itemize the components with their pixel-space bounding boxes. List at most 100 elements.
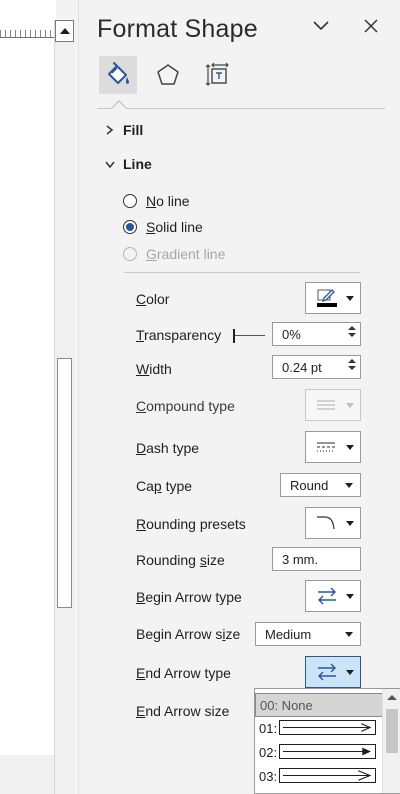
radio-solid-line-label: Solid line	[146, 219, 203, 235]
open-arrow-icon	[279, 720, 376, 735]
category-tabs	[97, 52, 387, 96]
radio-no-line-label: No line	[146, 193, 190, 209]
section-fill-header[interactable]: Fill	[105, 122, 143, 138]
options-separator	[124, 272, 360, 273]
end-arrow-type-list[interactable]: 00: None 01: 02: 03:	[254, 688, 400, 794]
radio-solid-line[interactable]: Solid line	[123, 219, 203, 235]
document-area	[0, 0, 56, 794]
radio-no-line[interactable]: No line	[123, 193, 190, 209]
pen-color-icon	[317, 289, 337, 307]
active-tab-notch-inner	[111, 102, 127, 110]
cap-type-dropdown[interactable]: Round	[280, 473, 361, 497]
dropdown-arrow-icon	[346, 594, 354, 599]
arrows-swap-icon	[318, 587, 336, 605]
chevron-down-icon	[105, 160, 123, 168]
chevron-right-icon	[105, 125, 123, 135]
transparency-value: 0%	[282, 326, 301, 342]
compound-type-label: Compound type	[136, 398, 235, 414]
begin-arrow-size-label: Begin Arrow size	[136, 626, 241, 642]
dash-lines-icon	[317, 442, 335, 452]
open-arrow-icon	[279, 768, 376, 783]
rounding-size-label: Rounding size	[136, 552, 225, 568]
dropdown-arrow-icon	[346, 296, 354, 301]
dropdown-arrow-icon	[346, 521, 354, 526]
section-line-header[interactable]: Line	[105, 156, 152, 172]
dash-type-button[interactable]	[305, 431, 361, 463]
arrow-option-03[interactable]: 03:	[255, 764, 383, 788]
dropdown-arrow-icon	[346, 403, 354, 408]
pentagon-icon	[157, 64, 179, 85]
compound-lines-icon	[317, 400, 335, 410]
triangle-up-icon[interactable]	[387, 695, 397, 700]
pane-options-button[interactable]	[307, 12, 335, 40]
color-picker-button[interactable]	[305, 282, 361, 314]
horizontal-ruler	[0, 20, 54, 42]
radio-circle-disabled	[123, 247, 137, 261]
slider-track	[235, 335, 265, 336]
arrow-option-01[interactable]: 01:	[255, 716, 383, 740]
chevron-down-icon	[313, 21, 329, 31]
width-input[interactable]: 0.24 pt	[272, 355, 361, 379]
end-arrow-size-label: End Arrow size	[136, 703, 230, 719]
slider-knob[interactable]	[233, 329, 235, 343]
section-fill-label: Fill	[123, 122, 144, 138]
begin-arrow-size-value: Medium	[265, 626, 312, 642]
close-icon	[364, 19, 378, 33]
arrow-option-none[interactable]: 00: None	[255, 693, 383, 717]
begin-arrow-type-button[interactable]	[305, 580, 361, 612]
paint-bucket-icon	[108, 62, 129, 84]
radio-gradient-line-label: Gradient line	[146, 246, 226, 262]
radio-circle	[123, 194, 137, 208]
begin-arrow-size-dropdown[interactable]: Medium	[255, 622, 361, 646]
arrow-list-scroll-thumb[interactable]	[386, 709, 398, 753]
spin-arrows-icon[interactable]	[347, 358, 356, 376]
arrows-swap-icon	[318, 663, 336, 681]
pane-close-button[interactable]	[357, 12, 385, 40]
arrow-option-label: 02:	[259, 744, 278, 760]
tab-fill-line[interactable]	[99, 56, 137, 94]
transparency-slider[interactable]	[233, 329, 266, 343]
tab-divider	[97, 108, 385, 109]
dropdown-arrow-icon	[345, 632, 353, 637]
end-arrow-type-button[interactable]	[305, 656, 361, 688]
scrollbar-thumb[interactable]	[57, 358, 72, 608]
triangle-up-icon	[59, 28, 70, 34]
transparency-input[interactable]: 0%	[272, 322, 361, 346]
compound-type-button	[305, 389, 361, 421]
tab-effects[interactable]	[149, 56, 187, 94]
rounding-size-input[interactable]: 3 mm.	[272, 547, 361, 571]
radio-gradient-line: Gradient line	[123, 246, 225, 262]
arrow-option-label: 03:	[259, 768, 278, 784]
cap-type-value: Round	[290, 477, 329, 493]
filled-arrow-icon	[279, 744, 376, 759]
scroll-up-button[interactable]	[55, 20, 74, 42]
arrow-option-label: 00: None	[260, 697, 313, 713]
ruler-baseline	[0, 37, 54, 38]
dropdown-arrow-icon	[346, 670, 354, 675]
format-shape-pane: Format Shape Fill Line No line Solid lin…	[78, 0, 400, 794]
width-label: Width	[136, 361, 172, 377]
color-label: Color	[136, 291, 170, 307]
arrow-option-label: 01:	[259, 720, 278, 736]
arrow-option-02[interactable]: 02:	[255, 740, 383, 764]
pane-title: Format Shape	[97, 15, 258, 43]
arrow-list-scrollbar[interactable]	[382, 689, 400, 793]
cap-type-label: Cap type	[136, 478, 193, 494]
dash-type-label: Dash type	[136, 440, 200, 456]
rounding-size-value: 3 mm.	[282, 551, 319, 567]
begin-arrow-type-label: Begin Arrow type	[136, 589, 242, 605]
rounded-corner-icon	[317, 516, 335, 530]
width-value: 0.24 pt	[282, 359, 322, 375]
size-properties-icon	[205, 62, 229, 86]
end-arrow-type-label: End Arrow type	[136, 665, 231, 681]
rounding-presets-label: Rounding presets	[136, 516, 246, 532]
dropdown-arrow-icon	[345, 483, 353, 488]
spin-arrows-icon[interactable]	[347, 325, 356, 343]
document-bottom-bar	[0, 755, 56, 794]
transparency-label: Transparency	[136, 327, 222, 343]
rounding-presets-button[interactable]	[305, 507, 361, 539]
dropdown-arrow-icon	[346, 445, 354, 450]
tab-size-properties[interactable]	[199, 56, 237, 94]
document-vertical-scrollbar[interactable]	[54, 20, 74, 794]
radio-circle-selected	[123, 220, 137, 234]
